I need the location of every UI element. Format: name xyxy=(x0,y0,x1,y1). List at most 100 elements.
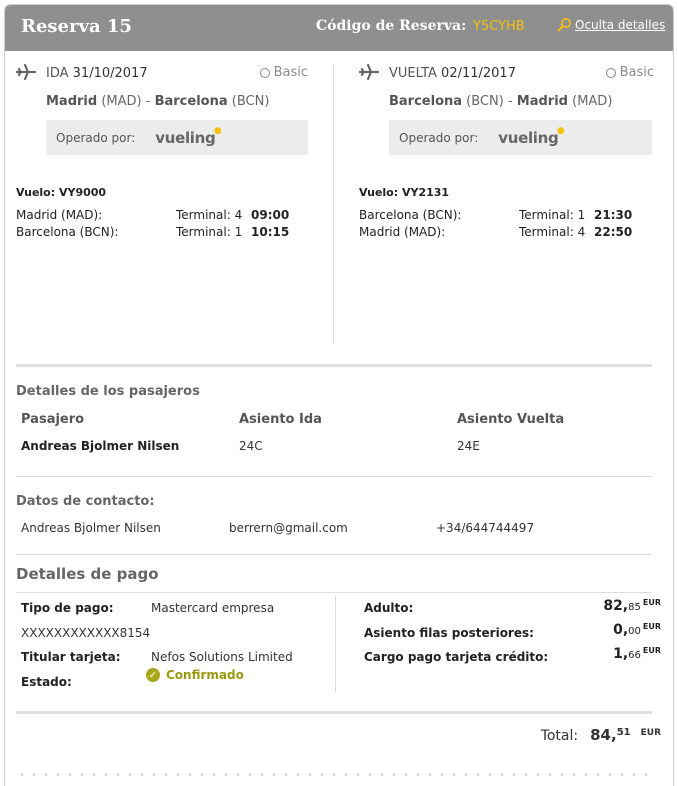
hide-details-link[interactable]: Oculta detalles xyxy=(556,17,665,33)
card-holder-value: Nefos Solutions Limited xyxy=(151,650,293,664)
check-icon: ✓ xyxy=(146,668,160,682)
total-dec: 51 xyxy=(616,727,631,738)
segment-terminal: Terminal: 4 xyxy=(519,225,586,239)
segment-time: 09:00 xyxy=(251,208,290,222)
airplane-icon xyxy=(359,63,379,81)
contact-title: Datos de contacto: xyxy=(16,494,155,509)
payment-type-label: Tipo de pago: xyxy=(21,601,114,615)
return-direction-label: VUELTA xyxy=(389,66,437,81)
outbound-direction-label: IDA xyxy=(46,66,69,81)
airline-logo-text: vueling xyxy=(155,128,216,147)
status-label: Estado: xyxy=(21,675,72,689)
price-currency: EUR xyxy=(642,598,661,607)
return-direction: VUELTA 02/11/2017 xyxy=(389,66,516,81)
section-divider xyxy=(16,364,652,367)
price-int: 1, xyxy=(613,646,629,662)
status-badge: ✓ Confirmado xyxy=(146,668,244,682)
fare-radio[interactable] xyxy=(605,67,616,78)
operated-by-label: Operado por: xyxy=(56,130,136,145)
price-line-amount: 1,66 EUR xyxy=(613,646,661,662)
fare-radio[interactable] xyxy=(259,67,270,78)
outbound-origin-code: (MAD) xyxy=(101,94,142,109)
outbound-route: Madrid (MAD) - Barcelona (BCN) xyxy=(46,94,269,109)
contact-email: berrern@gmail.com xyxy=(229,521,348,535)
seat-return-header: Asiento Vuelta xyxy=(457,412,565,427)
return-destination: Madrid xyxy=(516,94,568,109)
booking-code-label: Código de Reserva: xyxy=(316,18,467,34)
passengers-title: Detalles de los pasajeros xyxy=(16,384,200,399)
segment-time: 21:30 xyxy=(594,208,633,222)
payment-title: Detalles de pago xyxy=(16,565,159,583)
return-flight: VUELTA 02/11/2017 Basic Barcelona (BCN) … xyxy=(359,60,654,260)
section-divider xyxy=(16,592,652,593)
route-separator: - xyxy=(507,94,513,109)
passenger-name: Andreas Bjolmer Nilsen xyxy=(21,439,180,453)
return-origin-code: (BCN) xyxy=(466,94,504,109)
airline-logo: vueling ● xyxy=(155,125,222,147)
seat-out-header: Asiento Ida xyxy=(239,412,322,427)
price-dec: 00 xyxy=(628,626,641,637)
airline-logo-text: vueling xyxy=(498,128,559,147)
price-int: 82, xyxy=(603,598,629,614)
passenger-seat-return: 24E xyxy=(457,439,480,453)
segment-time: 10:15 xyxy=(251,225,290,239)
flight-divider xyxy=(333,64,334,344)
contact-phone: +34/644744497 xyxy=(436,521,535,535)
passenger-seat-out: 24C xyxy=(239,439,263,453)
price-line-label: Asiento filas posteriores: xyxy=(364,626,534,640)
segment-city: Madrid (MAD): xyxy=(16,208,103,222)
price-currency: EUR xyxy=(642,622,661,631)
contact-name: Andreas Bjolmer Nilsen xyxy=(21,521,161,535)
segment-terminal: Terminal: 1 xyxy=(519,208,586,222)
outbound-fare-label: Basic xyxy=(273,65,308,80)
magnifier-icon xyxy=(557,18,571,32)
operated-by-label: Operado por: xyxy=(399,130,479,145)
total-currency: EUR xyxy=(640,728,661,738)
booking-code-value: Y5CYHB xyxy=(473,19,525,34)
price-currency: EUR xyxy=(642,646,661,655)
price-line-label: Adulto: xyxy=(364,601,414,615)
outbound-fare[interactable]: Basic xyxy=(259,65,308,80)
return-destination-code: (MAD) xyxy=(572,94,613,109)
segment-terminal: Terminal: 4 xyxy=(176,208,243,222)
total-label: Total: xyxy=(540,728,579,744)
payment-type-value: Mastercard empresa xyxy=(151,601,275,615)
return-fare[interactable]: Basic xyxy=(605,65,654,80)
segment-time: 22:50 xyxy=(594,225,633,239)
total-amount: Total: 84,51 EUR xyxy=(541,726,661,744)
price-int: 0, xyxy=(613,622,629,638)
booking-title: Reserva 15 xyxy=(21,16,132,37)
airplane-icon xyxy=(16,63,36,81)
price-dec: 85 xyxy=(628,602,641,613)
segment-city: Madrid (MAD): xyxy=(359,225,446,239)
outbound-origin: Madrid xyxy=(46,94,98,109)
section-divider xyxy=(16,476,652,477)
outbound-date: 31/10/2017 xyxy=(72,66,148,81)
outbound-destination-code: (BCN) xyxy=(231,94,270,109)
segment-terminal: Terminal: 1 xyxy=(176,225,243,239)
price-line-label: Cargo pago tarjeta crédito: xyxy=(364,650,549,664)
airline-logo: vueling ● xyxy=(498,125,565,147)
outbound-direction: IDA 31/10/2017 xyxy=(46,66,148,81)
price-dec: 66 xyxy=(628,650,641,661)
route-separator: - xyxy=(145,94,151,109)
price-line-amount: 82,85 EUR xyxy=(603,598,661,614)
status-value: Confirmado xyxy=(166,668,244,682)
segment-city: Barcelona (BCN): xyxy=(16,225,119,239)
segment-city: Barcelona (BCN): xyxy=(359,208,462,222)
return-flight-number: Vuelo: VY2131 xyxy=(359,186,450,199)
outbound-operated-by: Operado por: vueling ● xyxy=(46,120,308,155)
return-origin: Barcelona xyxy=(389,94,463,109)
dotted-separator xyxy=(16,773,652,776)
section-divider xyxy=(16,554,652,555)
return-operated-by: Operado por: vueling ● xyxy=(389,120,652,155)
return-route: Barcelona (BCN) - Madrid (MAD) xyxy=(389,94,612,109)
hide-details-label: Oculta detalles xyxy=(575,18,666,32)
card-holder-label: Titular tarjeta: xyxy=(21,650,121,664)
outbound-flight-number: Vuelo: VY9000 xyxy=(16,186,107,199)
booking-header: Reserva 15 Código de Reserva: Y5CYHB Ocu… xyxy=(5,5,673,51)
section-divider xyxy=(16,711,652,714)
outbound-flight: IDA 31/10/2017 Basic Madrid (MAD) - Barc… xyxy=(16,60,308,260)
return-fare-label: Basic xyxy=(619,65,654,80)
outbound-destination: Barcelona xyxy=(154,94,228,109)
